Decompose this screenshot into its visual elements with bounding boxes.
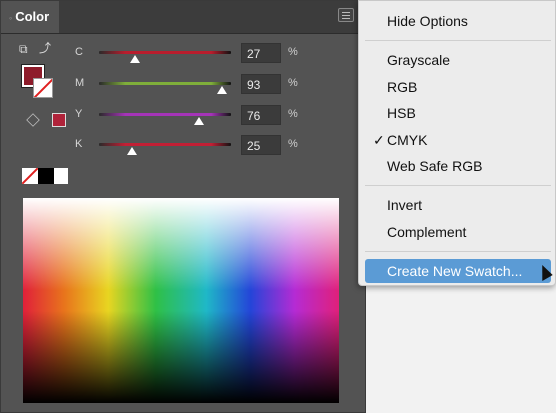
black-swatch[interactable] — [38, 168, 54, 184]
slider-thumb-k[interactable] — [127, 147, 137, 155]
panel-menu-button[interactable] — [338, 8, 354, 22]
percent-label-m: % — [288, 77, 298, 89]
menu-item-hsb[interactable]: HSB — [365, 101, 551, 125]
percent-label-k: % — [288, 138, 298, 150]
menu-item-create-new-swatch[interactable]: Create New Swatch... — [365, 259, 551, 283]
panel-flyout-menu: Hide Options Grayscale RGB HSB ✓ CMYK We… — [358, 0, 556, 286]
menu-item-hide-options[interactable]: Hide Options — [365, 9, 551, 33]
slider-row-m: M 93 % — [1, 74, 367, 94]
slider-row-c: C 27 % — [1, 43, 367, 63]
value-field-c[interactable]: 27 — [241, 43, 281, 63]
menu-separator — [365, 251, 551, 252]
tab-dot: ◦ — [9, 13, 13, 23]
slider-row-k: K 25 % — [1, 135, 367, 155]
menu-separator — [365, 40, 551, 41]
slider-thumb-m[interactable] — [216, 86, 227, 94]
value-field-y[interactable]: 76 — [241, 105, 281, 125]
slider-thumb-c[interactable] — [129, 55, 140, 63]
percent-label-y: % — [288, 108, 298, 120]
slider-track-c[interactable] — [99, 51, 231, 54]
color-tab[interactable]: ◦ Color — [1, 1, 59, 33]
white-swatch[interactable] — [54, 168, 68, 184]
menu-item-complement[interactable]: Complement — [365, 220, 551, 244]
percent-label-c: % — [288, 46, 298, 58]
panel-tab-bar: ◦ Color — [1, 1, 365, 34]
menu-item-rgb[interactable]: RGB — [365, 75, 551, 99]
slider-track-m[interactable] — [99, 82, 231, 85]
menu-item-cmyk[interactable]: ✓ CMYK — [365, 128, 551, 152]
menu-item-cmyk-label: CMYK — [387, 132, 428, 148]
menu-item-web-safe-rgb[interactable]: Web Safe RGB — [365, 154, 551, 178]
slider-track-k[interactable] — [99, 143, 231, 146]
channel-label-m: M — [75, 77, 85, 89]
slider-track-y[interactable] — [99, 113, 231, 116]
slider-row-y: Y 76 % — [1, 105, 367, 125]
menu-item-invert[interactable]: Invert — [365, 193, 551, 217]
menu-item-grayscale[interactable]: Grayscale — [365, 48, 551, 72]
value-field-m[interactable]: 93 — [241, 74, 281, 94]
channel-label-k: K — [75, 138, 83, 150]
color-spectrum[interactable] — [23, 198, 339, 403]
slider-thumb-y[interactable] — [194, 117, 205, 125]
none-swatch[interactable] — [22, 168, 38, 184]
channel-label-y: Y — [75, 108, 83, 120]
color-panel: ◦ Color ⧉ ⤴ C 27 % M 93 % Y 76 % K 25 % — [0, 0, 366, 413]
menu-separator — [365, 185, 551, 186]
value-field-k[interactable]: 25 — [241, 135, 281, 155]
color-tab-label: Color — [15, 9, 50, 24]
channel-label-c: C — [75, 46, 83, 58]
check-icon: ✓ — [373, 132, 385, 148]
